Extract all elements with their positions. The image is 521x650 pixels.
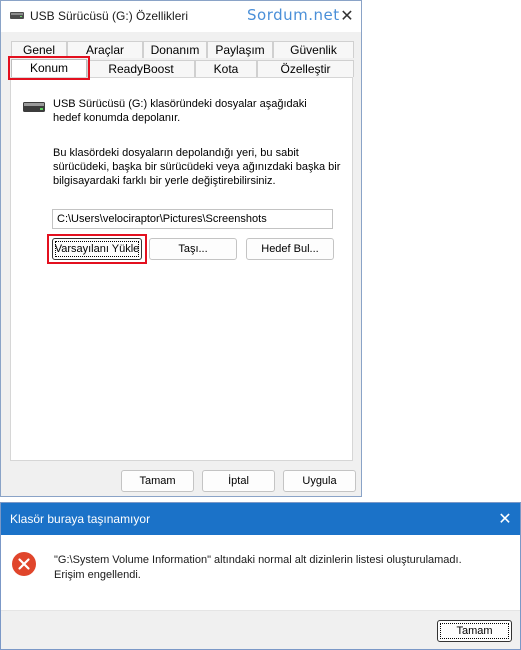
watermark: Sordum.net (247, 6, 340, 24)
usb-drive-icon (23, 102, 45, 112)
window-title: USB Sürücüsü (G:) Özellikleri (30, 9, 189, 23)
description-line-1: USB Sürücüsü (G:) klasöründeki dosyalar … (53, 98, 307, 110)
tab-donanim[interactable]: Donanım (143, 41, 207, 58)
properties-titlebar: USB Sürücüsü (G:) Özellikleri Sordum.net… (1, 1, 361, 32)
tab-readyboost[interactable]: ReadyBoost (87, 60, 195, 77)
error-titlebar: Klasör buraya taşınamıyor ✕ (1, 503, 520, 535)
ok-button[interactable]: Tamam (121, 470, 194, 492)
error-dialog: Klasör buraya taşınamıyor ✕ "G:\System V… (0, 502, 521, 650)
usb-drive-icon (10, 12, 24, 19)
tab-paylasim[interactable]: Paylaşım (207, 41, 273, 58)
tab-konum[interactable]: Konum (11, 59, 87, 79)
error-body: "G:\System Volume Information" altındaki… (1, 535, 520, 610)
error-message: "G:\System Volume Information" altındaki… (54, 553, 514, 583)
path-input[interactable] (52, 209, 333, 229)
error-message-line-2: Erişim engellendi. (54, 569, 141, 581)
restore-default-button[interactable]: Varsayılanı Yükle (52, 238, 142, 260)
properties-dialog: USB Sürücüsü (G:) Özellikleri Sordum.net… (0, 0, 362, 497)
tab-genel[interactable]: Genel (11, 41, 67, 58)
error-ok-button[interactable]: Tamam (437, 620, 512, 642)
cancel-button[interactable]: İptal (202, 470, 275, 492)
error-icon (12, 552, 36, 576)
close-icon[interactable]: ✕ (334, 5, 360, 27)
move-button[interactable]: Taşı... (149, 238, 237, 260)
description-line-2: hedef konumda depolanır. (53, 112, 181, 124)
tab-araclar[interactable]: Araçlar (67, 41, 143, 58)
explanation-line-2: sürücüdeki, başka bir sürücüdeki veya ağ… (53, 161, 341, 173)
tab-ozellestir[interactable]: Özelleştir (257, 60, 354, 77)
error-message-line-1: "G:\System Volume Information" altındaki… (54, 554, 462, 566)
close-icon[interactable]: ✕ (493, 508, 517, 530)
apply-button[interactable]: Uygula (283, 470, 356, 492)
location-panel (10, 77, 353, 461)
tab-guvenlik[interactable]: Güvenlik (273, 41, 354, 58)
find-target-button[interactable]: Hedef Bul... (246, 238, 334, 260)
explanation-line-3: bilgisayardaki farklı bir yerle değiştir… (53, 175, 276, 187)
error-dialog-title: Klasör buraya taşınamıyor (10, 512, 151, 526)
divider (1, 610, 520, 611)
tab-kota[interactable]: Kota (195, 60, 257, 77)
explanation-line-1: Bu klasördeki dosyaların depolandığı yer… (53, 147, 299, 159)
